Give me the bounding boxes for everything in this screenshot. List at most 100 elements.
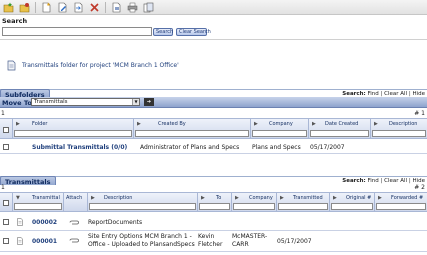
to-line-1: Kevin — [198, 233, 215, 240]
transmittal-company-filter-input[interactable] — [233, 203, 275, 210]
transmittals-links: Search: Find | Clear All | Hide — [342, 178, 425, 184]
transmittal-number-link[interactable]: 000002 — [32, 219, 57, 226]
transmittal-company-line-1: McMASTER- — [232, 233, 268, 240]
column-header-transmitted[interactable]: ▶ Transmitted — [276, 193, 329, 211]
row-divider — [0, 153, 427, 154]
column-header-company[interactable]: ▶ Company — [231, 193, 276, 211]
transmittals-header-row: ▼ Transmittal Attach ▶ Description ▶ To … — [0, 192, 427, 212]
move-to-bar: Move To Transmittals ▼ ➔ — [0, 97, 427, 108]
transmittal-folder-icon — [7, 60, 16, 71]
description-filter-input[interactable] — [372, 130, 426, 137]
divider — [0, 39, 427, 40]
search-button[interactable]: Search — [153, 28, 173, 36]
sort-arrow-icon: ▶ — [378, 195, 382, 201]
delete-icon[interactable] — [88, 1, 101, 14]
created-by-filter-input[interactable] — [135, 130, 249, 137]
move-to-select[interactable]: Transmittals ▼ — [31, 98, 140, 106]
toolbar-separator — [105, 1, 106, 13]
new-document-icon[interactable] — [40, 1, 53, 14]
subfolder-link[interactable]: Submittal Transmittals (0/0) — [32, 144, 127, 151]
sort-arrow-icon: ▶ — [16, 121, 20, 127]
toolbar — [0, 0, 427, 15]
column-header-transmittal[interactable]: ▼ Transmittal — [12, 193, 63, 211]
new-folder-icon[interactable] — [2, 1, 15, 14]
transmittal-description-filter-input[interactable] — [89, 203, 196, 210]
column-header-description[interactable]: ▶ Description — [370, 119, 427, 138]
transmittal-company-line-2: CARR — [232, 241, 249, 248]
copy-icon[interactable] — [142, 1, 155, 14]
row-checkbox[interactable] — [3, 219, 9, 225]
sort-arrow-icon: ▶ — [333, 195, 337, 201]
search-title: Search — [2, 17, 28, 25]
subfolders-section-bar: Subfolders Search: Find | Clear All | Hi… — [0, 89, 427, 99]
print-icon[interactable] — [126, 1, 139, 14]
column-header-forwarded[interactable]: ▶ Forwarded # — [374, 193, 427, 211]
move-to-label: Move To — [2, 99, 32, 107]
row-checkbox[interactable] — [3, 144, 9, 150]
transmittals-count: 1 — [1, 184, 5, 191]
transmitted-date-cell: 05/17/2007 — [277, 238, 312, 245]
forwarded-filter-input[interactable] — [376, 203, 426, 210]
column-header-created-by[interactable]: ▶ Created By — [133, 119, 250, 138]
chevron-down-icon: ▼ — [132, 99, 139, 105]
transmittal-description-cell: ReportDocuments — [88, 219, 143, 226]
column-header-date-created[interactable]: ▶ Date Created — [308, 119, 370, 138]
sort-arrow-icon: ▶ — [254, 121, 258, 127]
transmittal-description-line-1: Site Entry Options MCM Branch 1 - — [88, 233, 192, 240]
subfolders-right-count: # 1 — [414, 110, 425, 117]
sort-arrow-icon: ▶ — [201, 195, 205, 201]
toolbar-separator — [35, 1, 36, 13]
company-filter-input[interactable] — [252, 130, 307, 137]
go-button[interactable]: ➔ — [144, 98, 154, 106]
date-created-filter-input[interactable] — [310, 130, 369, 137]
clear-search-button[interactable]: Clear Search — [176, 28, 211, 36]
sort-arrow-icon: ▶ — [280, 195, 284, 201]
sort-arrow-icon: ▶ — [91, 195, 95, 201]
transmittal-filter-input[interactable] — [14, 203, 62, 210]
column-header-original[interactable]: ▶ Original # — [329, 193, 374, 211]
folder-filter-input[interactable] — [14, 130, 132, 137]
edit-folder-icon[interactable] — [18, 1, 31, 14]
send-document-icon[interactable] — [110, 1, 123, 14]
sort-arrow-icon: ▼ — [16, 195, 20, 201]
search-input[interactable] — [2, 27, 152, 36]
date-created-cell: 05/17/2007 — [310, 144, 345, 151]
column-header-attach[interactable]: Attach — [63, 193, 87, 211]
column-header-to[interactable]: ▶ To — [197, 193, 231, 211]
column-header-company[interactable]: ▶ Company — [250, 119, 308, 138]
transmittal-number-link[interactable]: 000001 — [32, 238, 57, 245]
row-checkbox[interactable] — [3, 238, 9, 244]
transmittals-tab[interactable]: Transmittals — [0, 176, 56, 186]
edit-document-icon[interactable] — [56, 1, 69, 14]
transmittals-section-bar: Transmittals Search: Find | Clear All | … — [0, 176, 427, 186]
move-to-select-value: Transmittals — [34, 99, 68, 105]
transmitted-filter-input[interactable] — [278, 203, 328, 210]
transmittal-description-line-2: Office - Uploaded to PlansandSpecs — [88, 241, 195, 248]
transmittals-search-label: Search: — [342, 178, 366, 184]
move-document-icon[interactable] — [72, 1, 85, 14]
sort-arrow-icon: ▶ — [374, 121, 378, 127]
row-divider — [0, 251, 427, 252]
subfolders-select-all-checkbox[interactable] — [3, 127, 9, 133]
document-icon — [17, 237, 23, 245]
subfolders-header-row: ▶ Folder ▶ Created By ▶ Company ▶ Date C… — [0, 118, 427, 139]
original-filter-input[interactable] — [331, 203, 373, 210]
transmittals-find-link[interactable]: Find — [368, 178, 379, 184]
transmittals-clear-all-link[interactable]: Clear All — [384, 178, 407, 184]
folder-heading: Transmittals folder for project 'MCM Bra… — [22, 62, 179, 69]
document-icon — [17, 218, 23, 226]
attachment-icon[interactable] — [69, 238, 79, 243]
row-divider — [0, 230, 427, 231]
company-cell: Plans and Specs — [252, 144, 301, 151]
subfolders-count: 1 — [1, 110, 5, 117]
column-header-description[interactable]: ▶ Description — [87, 193, 197, 211]
sort-arrow-icon: ▶ — [137, 121, 141, 127]
sort-arrow-icon: ▶ — [312, 121, 316, 127]
attachment-icon[interactable] — [69, 220, 79, 225]
sort-arrow-icon: ▶ — [235, 195, 239, 201]
created-by-cell: Administrator of Plans and Specs — [140, 144, 240, 151]
to-line-2: Fletcher — [198, 241, 223, 248]
to-filter-input[interactable] — [199, 203, 230, 210]
transmittals-select-all-checkbox[interactable] — [3, 200, 9, 206]
column-header-folder[interactable]: ▶ Folder — [12, 119, 133, 138]
